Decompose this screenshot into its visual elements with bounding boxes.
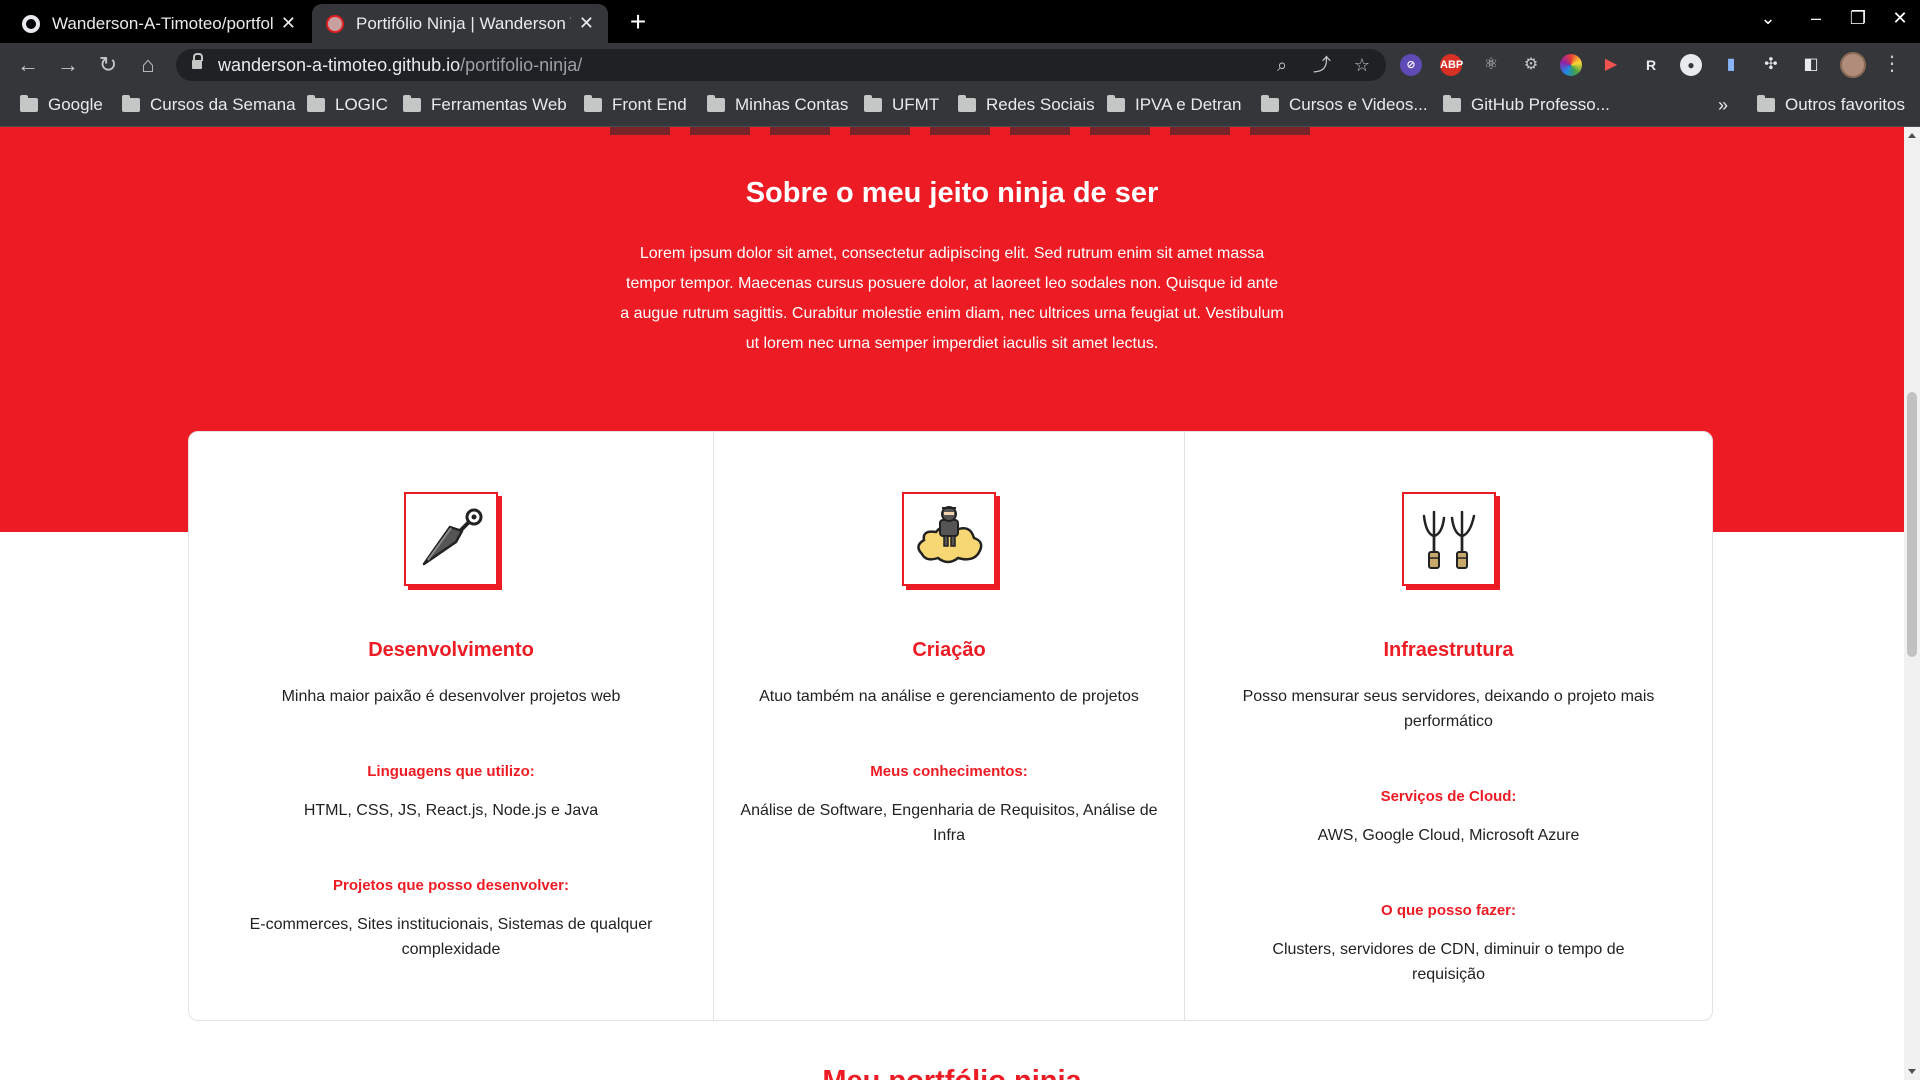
- zoom-icon[interactable]: ⌕: [1270, 53, 1294, 77]
- card-body: Atuo também na análise e gerenciamento d…: [739, 684, 1159, 848]
- close-icon[interactable]: ✕: [281, 13, 296, 34]
- tab-strip: Wanderson-A-Timoteo/portfolio-ninja ✕ Po…: [0, 0, 1920, 43]
- restore-icon[interactable]: ❐: [1844, 8, 1872, 29]
- video-extension-icon[interactable]: ▶: [1600, 54, 1622, 76]
- folder-icon: [707, 95, 725, 112]
- header-image-fragment: [610, 127, 1310, 135]
- ninja-favicon-icon: [326, 14, 344, 33]
- card-body: Minha maior paixão é desenvolver projeto…: [241, 684, 661, 962]
- bookmark-cursos-da-semana[interactable]: Cursos da Semana: [122, 95, 296, 115]
- tab-search-icon[interactable]: ⌄: [1754, 8, 1782, 29]
- bookmark-outros-favoritos[interactable]: Outros favoritos: [1757, 95, 1905, 115]
- card-title: Desenvolvimento: [368, 639, 534, 661]
- card-subtext: HTML, CSS, JS, React.js, Node.js e Java: [303, 802, 599, 819]
- lock-icon: [192, 53, 203, 70]
- card-subtext: E-commerces, Sites institucionais, Siste…: [249, 916, 653, 958]
- tab-title: Wanderson-A-Timoteo/portfolio-ninja: [52, 13, 273, 33]
- ninja-on-cloud-icon: [902, 492, 996, 586]
- bookmarks-bar: Google Cursos da Semana LOGIC Ferramenta…: [0, 87, 1920, 127]
- card-subtext: AWS, Google Cloud, Microsoft Azure: [1317, 827, 1580, 844]
- card-desenvolvimento: Desenvolvimento Minha maior paixão é des…: [189, 432, 714, 1020]
- bookmark-logic[interactable]: LOGIC: [307, 95, 388, 115]
- card-subheading: Serviços de Cloud:: [1380, 788, 1517, 805]
- window-close-icon[interactable]: ✕: [1886, 8, 1914, 29]
- bookmark-ufmt[interactable]: UFMT: [864, 95, 939, 115]
- folder-icon: [584, 95, 602, 112]
- bookmark-github-professor[interactable]: GitHub Professo...: [1443, 95, 1610, 115]
- about-title: Sobre o meu jeito ninja de ser: [745, 177, 1159, 209]
- about-text: Lorem ipsum dolor sit amet, consectetur …: [620, 245, 1284, 352]
- card-title: Criação: [912, 639, 986, 661]
- sai-weapons-icon: [1401, 492, 1496, 586]
- documents-icon[interactable]: ▮: [1720, 54, 1742, 76]
- bookmark-minhas-contas[interactable]: Minhas Contas: [707, 95, 848, 115]
- card-subheading: Meus conhecimentos:: [870, 763, 1028, 780]
- minimize-icon[interactable]: –: [1802, 8, 1830, 29]
- folder-icon: [307, 95, 325, 112]
- folder-icon: [1757, 95, 1775, 112]
- circle-extension-icon[interactable]: ●: [1680, 54, 1702, 76]
- kunai-icon: [404, 492, 498, 586]
- react-devtools-icon[interactable]: ⚛: [1480, 54, 1502, 76]
- card-title: Infraestrutura: [1383, 639, 1514, 661]
- browser-toolbar: ← → ↻ ⌂ wanderson-a-timoteo.github.io/po…: [0, 43, 1920, 87]
- extension-block-icon[interactable]: ⊘: [1400, 54, 1422, 76]
- services-cards: Desenvolvimento Minha maior paixão é des…: [188, 431, 1713, 1021]
- folder-icon: [958, 95, 976, 112]
- folder-icon: [122, 95, 140, 112]
- wappalyzer-icon[interactable]: R: [1640, 54, 1662, 76]
- scroll-up-icon[interactable]: [1908, 133, 1916, 138]
- card-subtext: Clusters, servidores de CDN, diminuir o …: [1272, 941, 1625, 983]
- bookmark-front-end[interactable]: Front End: [584, 95, 687, 115]
- bookmark-cursos-e-videos[interactable]: Cursos e Videos...: [1261, 95, 1428, 115]
- page-viewport: Sobre o meu jeito ninja de ser Lorem ips…: [0, 127, 1904, 1080]
- card-subheading: Projetos que posso desenvolver:: [333, 877, 569, 894]
- portfolio-section-title: Meu portfólio ninja: [0, 1065, 1904, 1080]
- adblock-plus-icon[interactable]: ABP: [1440, 54, 1463, 76]
- github-icon: [22, 14, 40, 33]
- tab-title: Portifólio Ninja | Wanderson Timoteo: [356, 13, 571, 33]
- url-text: wanderson-a-timoteo.github.io/portifolio…: [218, 55, 583, 75]
- page-scrollbar[interactable]: [1904, 127, 1920, 1080]
- share-icon[interactable]: ⤴: [1310, 53, 1334, 77]
- bookmark-ferramentas-web[interactable]: Ferramentas Web: [403, 95, 567, 115]
- card-description: Posso mensurar seus servidores, deixando…: [1242, 688, 1655, 730]
- bookmark-redes-sociais[interactable]: Redes Sociais: [958, 95, 1095, 115]
- folder-icon: [1443, 95, 1461, 112]
- scroll-thumb[interactable]: [1907, 392, 1917, 657]
- card-subtext: Análise de Software, Engenharia de Requi…: [740, 802, 1158, 844]
- address-bar[interactable]: wanderson-a-timoteo.github.io/portifolio…: [176, 49, 1386, 81]
- close-icon[interactable]: ✕: [579, 13, 594, 34]
- browser-menu-icon[interactable]: ⋮: [1882, 51, 1902, 76]
- folder-icon: [403, 95, 421, 112]
- folder-icon: [1261, 95, 1279, 112]
- card-body: Posso mensurar seus servidores, deixando…: [1239, 684, 1659, 987]
- extensions-puzzle-icon[interactable]: ✣: [1760, 54, 1782, 76]
- tab-github[interactable]: Wanderson-A-Timoteo/portfolio-ninja ✕: [8, 4, 310, 43]
- folder-icon: [1107, 95, 1125, 112]
- back-icon[interactable]: ←: [14, 51, 42, 79]
- home-icon[interactable]: ⌂: [134, 51, 162, 79]
- card-infraestrutura: Infraestrutura Posso mensurar seus servi…: [1185, 432, 1712, 1020]
- bookmark-google[interactable]: Google: [20, 95, 103, 115]
- side-panel-icon[interactable]: ◧: [1800, 54, 1822, 76]
- folder-icon: [20, 95, 38, 112]
- new-tab-button[interactable]: +: [622, 6, 654, 38]
- scroll-down-icon[interactable]: [1908, 1069, 1916, 1074]
- more-bookmarks-icon[interactable]: »: [1718, 95, 1728, 116]
- reload-icon[interactable]: ↻: [94, 51, 122, 79]
- profile-avatar[interactable]: [1840, 52, 1866, 78]
- card-subheading: O que posso fazer:: [1380, 902, 1517, 919]
- card-criacao: Criação Atuo também na análise e gerenci…: [714, 432, 1185, 1020]
- bookmark-star-icon[interactable]: ☆: [1350, 53, 1374, 77]
- tab-portfolio[interactable]: Portifólio Ninja | Wanderson Timoteo ✕: [312, 4, 608, 43]
- folder-icon: [864, 95, 882, 112]
- bookmark-ipva-e-detran[interactable]: IPVA e Detran: [1107, 95, 1241, 115]
- settings-gear-icon[interactable]: ⚙: [1520, 54, 1542, 76]
- card-description: Atuo também na análise e gerenciamento d…: [759, 688, 1139, 705]
- forward-icon[interactable]: →: [54, 51, 82, 79]
- color-picker-icon[interactable]: [1560, 54, 1582, 76]
- card-description: Minha maior paixão é desenvolver projeto…: [281, 688, 621, 705]
- card-subheading: Linguagens que utilizo:: [367, 763, 535, 780]
